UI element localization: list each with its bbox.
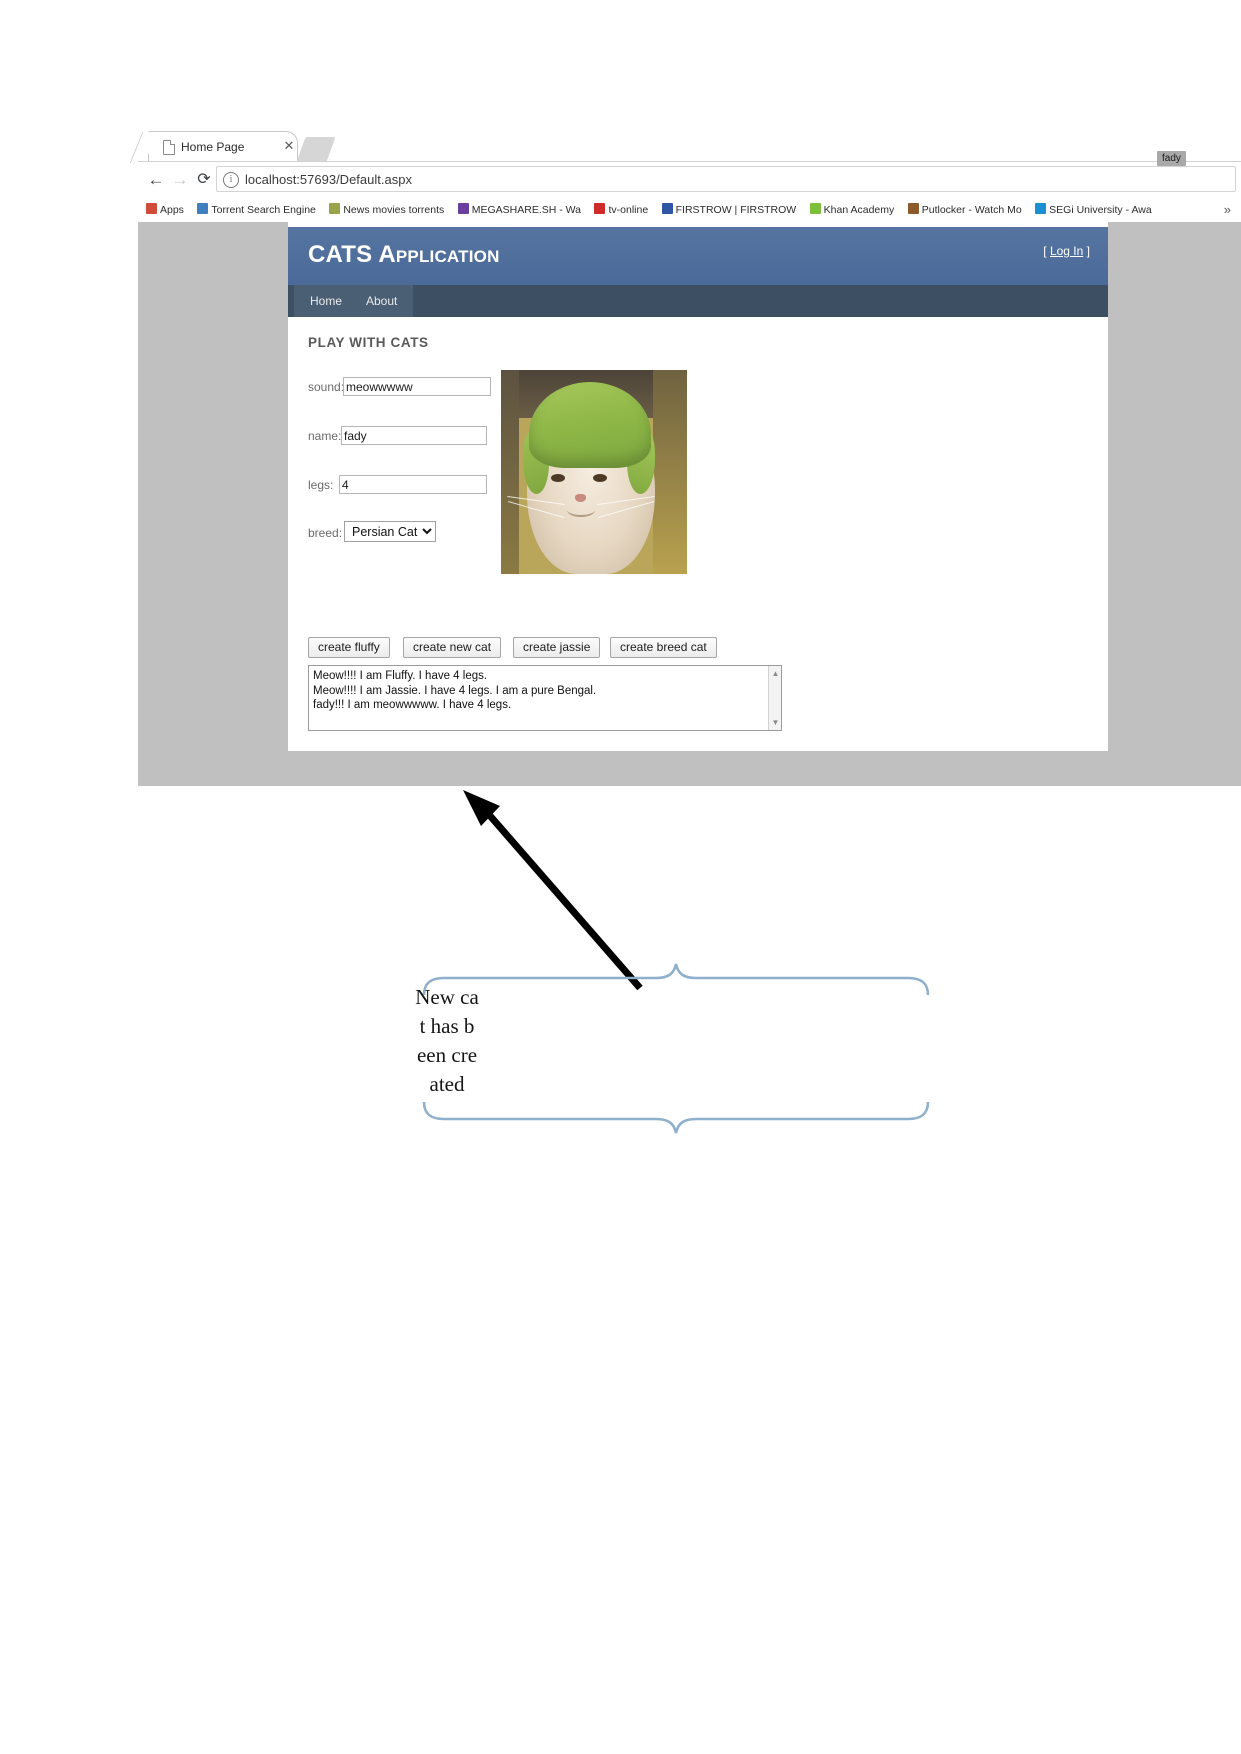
content-area: PLAY WITH CATS sound: name: legs: breed: (288, 317, 1108, 751)
bookmark-label: SEGi University - Awa (1049, 204, 1152, 216)
sound-input[interactable] (343, 377, 491, 396)
bookmark-news-movies-torrents[interactable]: News movies torrents (329, 198, 444, 222)
page-title: CATS Application (308, 241, 500, 268)
output-log-textarea[interactable]: Meow!!!! I am Fluffy. I have 4 legs. Meo… (308, 665, 782, 731)
torrent-icon (197, 203, 209, 214)
legs-label: legs: (308, 478, 334, 492)
scroll-up-arrow-icon[interactable]: ▲ (770, 668, 781, 679)
bookmark-khan-academy[interactable]: Khan Academy (809, 198, 895, 222)
address-bar-url: localhost:57693/Default.aspx (245, 172, 412, 187)
create-breed-cat-button[interactable]: create breed cat (610, 637, 717, 658)
bookmark-label: Khan Academy (823, 204, 895, 216)
bookmark-apps[interactable]: Apps (146, 198, 184, 222)
fady-badge: fady (1157, 151, 1186, 166)
login-bracket-close: ] (1086, 244, 1090, 258)
info-circle-icon[interactable]: i (223, 172, 239, 188)
shield-icon (329, 203, 341, 214)
browser-tab-home-page[interactable]: Home Page ✕ (148, 131, 298, 162)
legs-input[interactable] (339, 475, 487, 494)
annotation-arrow (463, 790, 643, 991)
close-icon[interactable]: ✕ (283, 139, 295, 152)
create-fluffy-button[interactable]: create fluffy (308, 637, 390, 658)
browser-tab-title: Home Page (181, 140, 245, 154)
browser-tab-strip: Home Page ✕ (138, 128, 1241, 162)
bookmark-putlocker[interactable]: Putlocker - Watch Mo (907, 198, 1022, 222)
app-header: CATS Application [ Log In ] (288, 227, 1108, 285)
output-log-text: Meow!!!! I am Fluffy. I have 4 legs. Meo… (313, 670, 597, 711)
web-page-body: CATS Application [ Log In ] Home About P… (288, 222, 1108, 751)
bookmark-segi-university[interactable]: SEGi University - Awa (1035, 198, 1152, 222)
apps-grid-icon (146, 203, 157, 214)
login-link[interactable]: [ Log In ] (1043, 244, 1090, 258)
annotation-brace-bottom (422, 1101, 930, 1134)
leaf-icon (809, 203, 821, 214)
bookmark-firstrow[interactable]: FIRSTROW | FIRSTROW (661, 198, 797, 222)
bookmark-tv-online[interactable]: tv-online (594, 198, 648, 222)
section-title: PLAY WITH CATS (308, 335, 429, 350)
bookmark-label: tv-online (608, 204, 649, 216)
film-icon (457, 203, 469, 214)
scroll-down-arrow-icon[interactable]: ▼ (770, 717, 781, 728)
cat-photo (501, 370, 687, 574)
page-viewport: CATS Application [ Log In ] Home About P… (138, 222, 1241, 786)
nav-item-home[interactable]: Home (294, 285, 359, 317)
create-jassie-button[interactable]: create jassie (513, 637, 601, 658)
bookmark-label: Torrent Search Engine (211, 204, 316, 216)
page-icon (163, 140, 175, 155)
bookmark-label: News movies torrents (343, 204, 445, 216)
bookmark-label: Putlocker - Watch Mo (921, 204, 1022, 216)
name-input[interactable] (341, 426, 487, 445)
breed-select[interactable]: Persian Cat (344, 521, 436, 542)
new-tab-button[interactable] (296, 137, 336, 162)
annotation-brace-top (422, 963, 930, 996)
bookmark-label: MEGASHARE.SH - Wa (471, 204, 582, 216)
sound-label: sound: (308, 380, 345, 394)
log-scrollbar[interactable]: ▲ ▼ (768, 666, 781, 730)
bookmark-megashare[interactable]: MEGASHARE.SH - Wa (457, 198, 582, 222)
address-bar[interactable]: i localhost:57693/Default.aspx (216, 166, 1236, 192)
login-label: Log In (1049, 244, 1084, 258)
forward-arrow-icon[interactable]: → (170, 170, 190, 190)
bookmark-label: Apps (160, 204, 184, 216)
annotation-text: New cat has been created (415, 985, 479, 1096)
bookmarks-bar: Apps Torrent Search Engine News movies t… (138, 198, 1241, 223)
name-label: name: (308, 429, 342, 443)
tv-icon (594, 203, 606, 214)
breed-label: breed: (308, 526, 343, 540)
create-new-cat-button[interactable]: create new cat (403, 637, 502, 658)
building-icon (907, 203, 919, 214)
reload-icon[interactable]: ⟳ (194, 170, 214, 190)
university-icon (1035, 203, 1047, 214)
app-nav: Home About (288, 285, 1108, 317)
bookmark-label: FIRSTROW | FIRSTROW (675, 204, 797, 216)
back-arrow-icon[interactable]: ← (146, 170, 166, 190)
login-bracket-open: [ (1043, 244, 1047, 258)
bookmarks-overflow-button[interactable]: » (1217, 198, 1237, 222)
bookmark-torrent-search-engine[interactable]: Torrent Search Engine (197, 198, 316, 222)
browser-toolbar: ← → ⟳ i localhost:57693/Default.aspx (138, 162, 1241, 198)
nav-item-about[interactable]: About (350, 285, 414, 317)
ball-icon (661, 203, 673, 214)
browser-window: Home Page ✕ ← → ⟳ i localhost:57693/Defa… (138, 128, 1241, 786)
